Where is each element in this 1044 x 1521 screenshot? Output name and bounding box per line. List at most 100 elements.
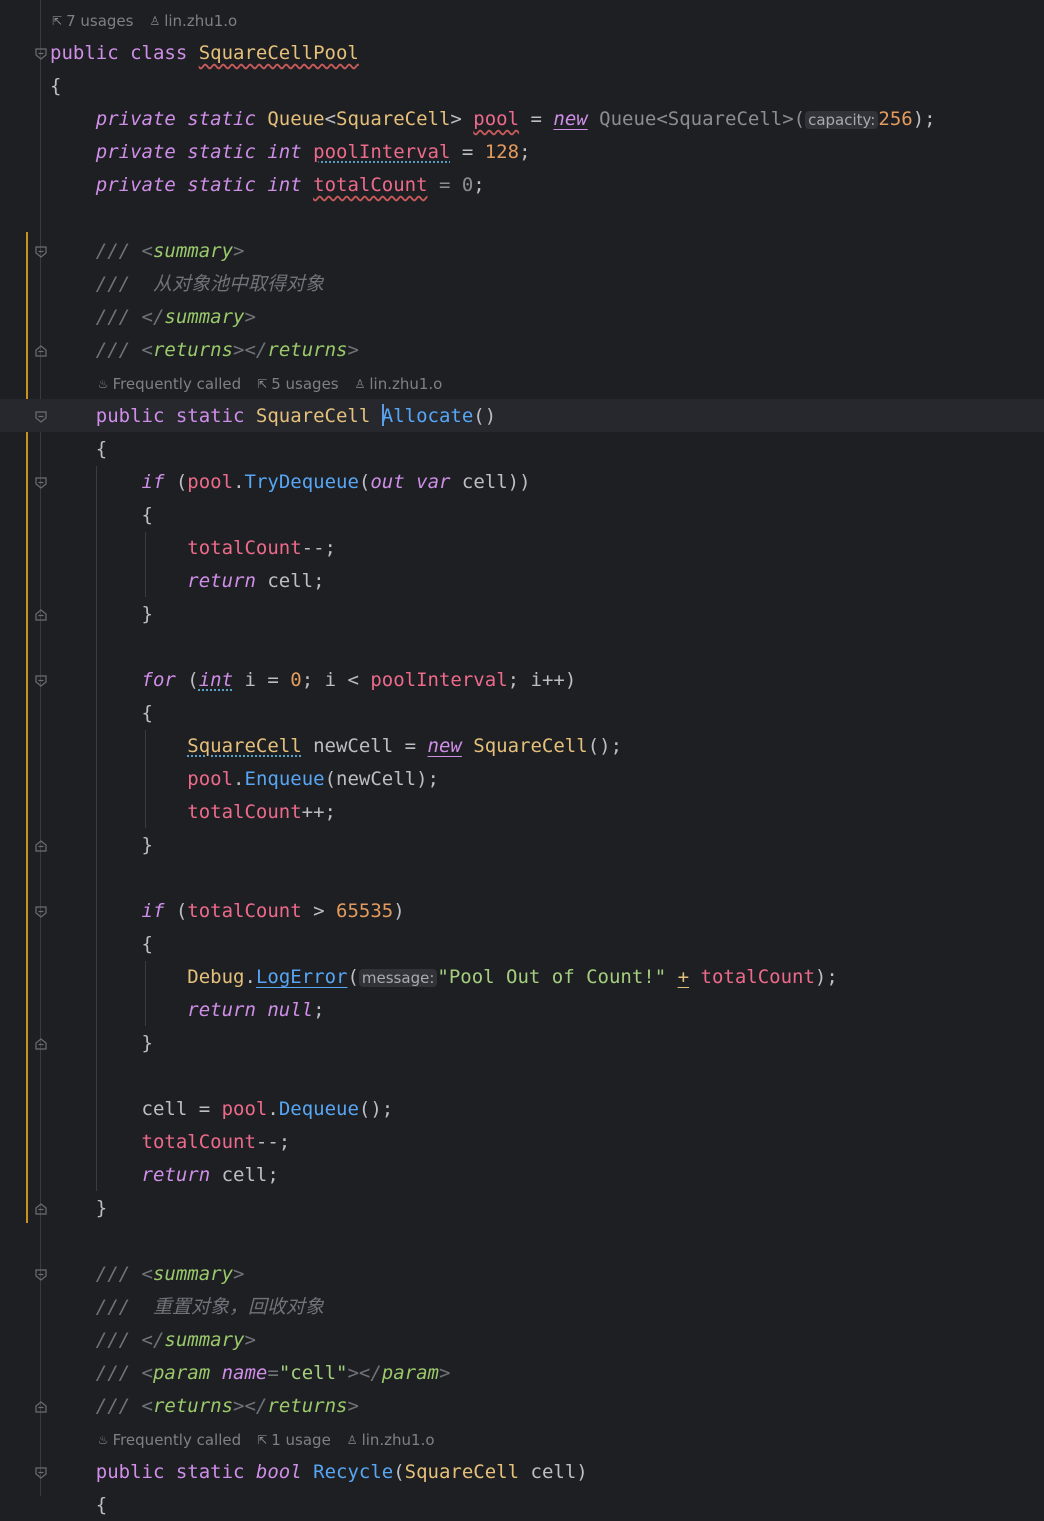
code-line[interactable]: /// <param name="cell"></param> xyxy=(0,1356,1044,1389)
code-line[interactable]: { xyxy=(0,696,1044,729)
code-token: (newCell); xyxy=(324,768,439,790)
code-line[interactable]: Debug.LogError(message: "Pool Out of Coun… xyxy=(0,960,1044,993)
code-line[interactable]: private static Queue<SquareCell> pool = … xyxy=(0,102,1044,135)
code-token: summary xyxy=(152,240,234,262)
code-line[interactable] xyxy=(0,201,1044,234)
code-token: cell; xyxy=(267,570,325,592)
fold-end-icon[interactable] xyxy=(34,1201,48,1215)
code-token: < xyxy=(324,108,337,130)
code-line[interactable]: return cell; xyxy=(0,1158,1044,1191)
fold-end-icon[interactable] xyxy=(34,1399,48,1413)
code-text: if (totalCount > 65535) xyxy=(50,898,405,924)
code-token: { xyxy=(50,1494,108,1516)
code-line[interactable]: public static SquareCell Allocate() xyxy=(0,399,1044,432)
code-line[interactable]: if (pool.TryDequeue(out var cell)) xyxy=(0,465,1044,498)
user-hint[interactable]: ♙ lin.zhu1.o xyxy=(149,12,237,30)
fold-collapse-icon[interactable] xyxy=(34,475,48,489)
code-line[interactable]: private static int poolInterval = 128; xyxy=(0,135,1044,168)
code-token: { xyxy=(50,504,153,526)
code-line[interactable] xyxy=(0,1059,1044,1092)
fold-collapse-icon[interactable] xyxy=(34,46,48,60)
fold-end-icon[interactable] xyxy=(34,1036,48,1050)
code-line[interactable]: /// <returns></returns> xyxy=(0,333,1044,366)
fold-end-icon[interactable] xyxy=(34,607,48,621)
code-text: return cell; xyxy=(50,568,325,594)
code-line[interactable]: totalCount--; xyxy=(0,531,1044,564)
code-line[interactable] xyxy=(0,861,1044,894)
user-hint[interactable]: ♙ lin.zhu1.o xyxy=(347,1431,435,1449)
code-line[interactable]: { xyxy=(0,927,1044,960)
code-line[interactable]: { xyxy=(0,432,1044,465)
code-token: poolInterval xyxy=(370,669,508,691)
usages-hint[interactable]: ⇱ 7 usages xyxy=(52,12,133,30)
code-text: return cell; xyxy=(50,1162,279,1188)
fold-collapse-icon[interactable] xyxy=(34,244,48,258)
code-line[interactable]: } xyxy=(0,1026,1044,1059)
code-token: = xyxy=(267,1362,279,1384)
code-line[interactable]: /// 重置对象，回收对象 xyxy=(0,1290,1044,1323)
code-token: ( xyxy=(175,900,188,922)
code-line[interactable]: cell = pool.Dequeue(); xyxy=(0,1092,1044,1125)
code-line[interactable]: public class SquareCellPool xyxy=(0,36,1044,69)
fold-collapse-icon[interactable] xyxy=(34,409,48,423)
code-line[interactable]: totalCount++; xyxy=(0,795,1044,828)
usages-hint[interactable]: ⇱ 5 usages xyxy=(257,375,338,393)
code-text: } xyxy=(50,1195,107,1221)
fold-end-icon[interactable] xyxy=(34,343,48,357)
code-token: /// < xyxy=(95,240,153,262)
code-line[interactable]: /// </summary> xyxy=(0,1323,1044,1356)
code-text: if (pool.TryDequeue(out var cell)) xyxy=(50,469,531,495)
fire-hint[interactable]: ♨ Frequently called xyxy=(98,1431,241,1449)
code-line[interactable]: /// <summary> xyxy=(0,234,1044,267)
code-line[interactable]: public static bool Recycle(SquareCell ce… xyxy=(0,1455,1044,1488)
fold-collapse-icon[interactable] xyxy=(34,1267,48,1281)
code-token: SquareCellPool xyxy=(198,42,359,64)
code-line[interactable]: SquareCell newCell = new SquareCell(); xyxy=(0,729,1044,762)
code-line[interactable]: /// <summary> xyxy=(0,1257,1044,1290)
code-text: /// </summary> xyxy=(50,304,256,330)
fold-end-icon[interactable] xyxy=(34,838,48,852)
code-line[interactable] xyxy=(0,1224,1044,1257)
code-line[interactable]: if (totalCount > 65535) xyxy=(0,894,1044,927)
code-line[interactable]: return cell; xyxy=(0,564,1044,597)
fold-collapse-icon[interactable] xyxy=(34,904,48,918)
code-token: totalCount xyxy=(313,174,428,196)
code-line[interactable]: private static int totalCount = 0; xyxy=(0,168,1044,201)
code-token: ></ xyxy=(233,339,268,361)
code-line[interactable]: totalCount--; xyxy=(0,1125,1044,1158)
code-token: cell) xyxy=(530,1461,588,1483)
code-token: static xyxy=(187,174,268,196)
code-token: } xyxy=(50,1197,108,1219)
fire-hint[interactable]: ♨ Frequently called xyxy=(98,375,241,393)
code-token: summary xyxy=(152,1263,234,1285)
code-token: ); xyxy=(814,966,838,988)
code-line[interactable]: /// 从对象池中取得对象 xyxy=(0,267,1044,300)
user-hint[interactable]: ♙ lin.zhu1.o xyxy=(355,375,443,393)
code-line[interactable]: /// </summary> xyxy=(0,300,1044,333)
code-line[interactable]: pool.Enqueue(newCell); xyxy=(0,762,1044,795)
code-text: cell = pool.Dequeue(); xyxy=(50,1096,394,1122)
code-token: if xyxy=(141,471,176,493)
usages-hint[interactable]: ⇱ 1 usage xyxy=(257,1431,331,1449)
code-line[interactable]: for (int i = 0; i < poolInterval; i++) xyxy=(0,663,1044,696)
code-editor[interactable]: ⇱ 7 usages ♙ lin.zhu1.o public class SquareC… xyxy=(0,0,1044,1516)
code-line[interactable]: { xyxy=(0,498,1044,531)
fold-collapse-icon[interactable] xyxy=(34,673,48,687)
code-line[interactable]: } xyxy=(0,1191,1044,1224)
code-line[interactable]: { xyxy=(0,1488,1044,1521)
code-line[interactable]: return null; xyxy=(0,993,1044,1026)
code-line[interactable] xyxy=(0,630,1044,663)
code-token: i = xyxy=(233,669,291,691)
code-line[interactable]: } xyxy=(0,828,1044,861)
fold-collapse-icon[interactable] xyxy=(34,1465,48,1479)
code-token: Queue<SquareCell>( xyxy=(599,108,806,130)
code-line[interactable]: /// <returns></returns> xyxy=(0,1389,1044,1422)
code-text: /// <returns></returns> xyxy=(50,337,359,363)
code-line[interactable]: { xyxy=(0,69,1044,102)
code-token: /// </ xyxy=(95,306,165,328)
hint-text: lin.zhu1.o xyxy=(369,375,443,393)
code-token: SquareCell xyxy=(255,405,382,427)
code-token: /// < xyxy=(95,339,153,361)
code-line[interactable]: } xyxy=(0,597,1044,630)
